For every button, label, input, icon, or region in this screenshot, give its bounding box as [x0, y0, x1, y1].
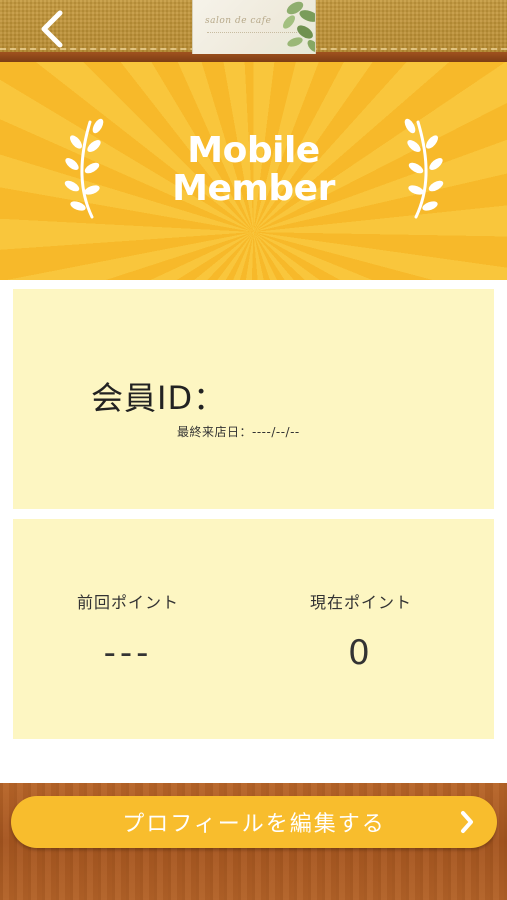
- points-card: 前回ポイント --- 現在ポイント 0: [13, 519, 494, 739]
- previous-points-label: 前回ポイント: [76, 593, 179, 612]
- current-points: 現在ポイント 0: [261, 589, 461, 673]
- member-id-label: 会員ID：: [91, 379, 227, 417]
- shop-logo: salon de cafe: [192, 0, 316, 54]
- chevron-right-icon: [461, 811, 473, 833]
- chevron-left-icon: [41, 10, 63, 48]
- previous-points-value: ---: [103, 633, 153, 673]
- back-button[interactable]: [28, 6, 74, 52]
- last-visit-date: 最終来店日：----/--/--: [177, 425, 300, 439]
- current-points-label: 現在ポイント: [309, 593, 412, 612]
- mobile-member-banner: Mobile Member: [0, 62, 507, 280]
- leaves-icon: [283, 1, 315, 52]
- top-bar: salon de cafe: [0, 0, 507, 62]
- current-points-value: 0: [348, 633, 374, 673]
- laurel-branch-icon: [404, 118, 444, 219]
- edit-profile-button-label: プロフィールを編集する: [122, 812, 386, 837]
- edit-profile-button[interactable]: プロフィールを編集する: [11, 796, 497, 848]
- previous-points: 前回ポイント ---: [28, 589, 228, 673]
- member-info-card: 会員ID： 最終来店日：----/--/--: [13, 289, 494, 509]
